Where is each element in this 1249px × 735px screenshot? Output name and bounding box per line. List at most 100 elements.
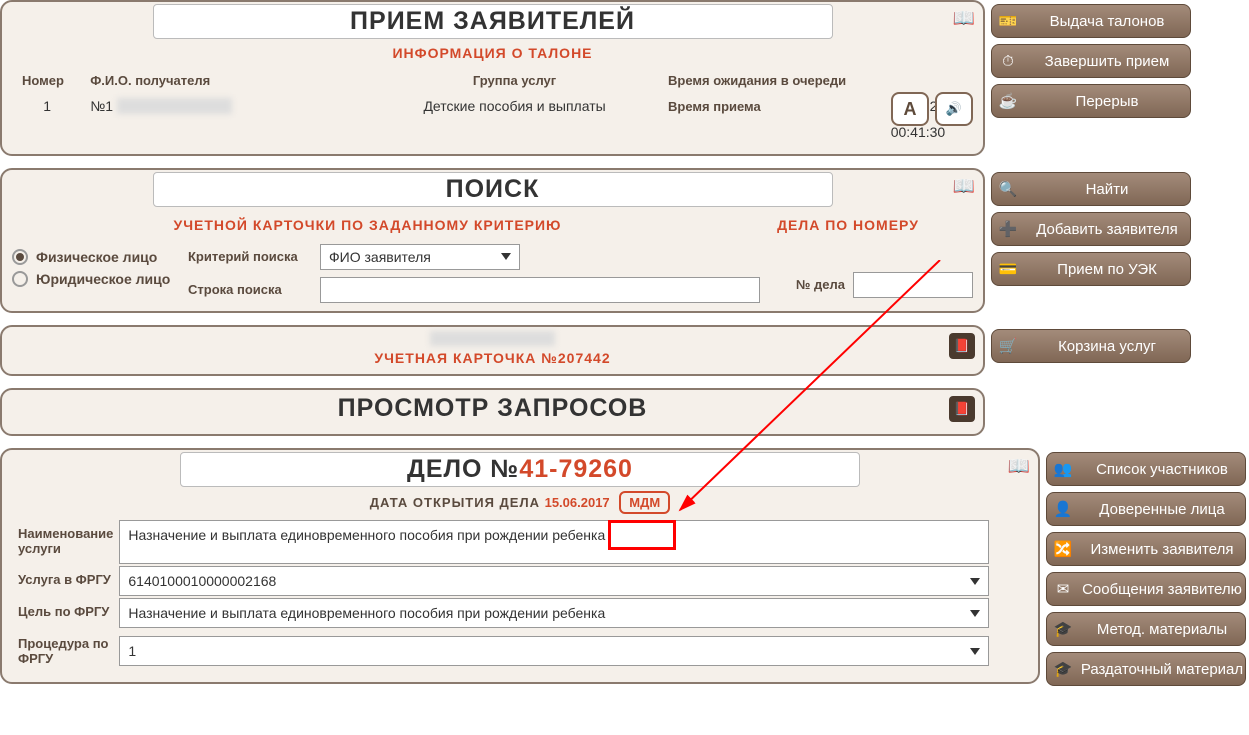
frgu-val: 6140100010000002168 — [128, 573, 276, 589]
col-recv: Время приема — [660, 94, 881, 118]
panel-account-card: xxxxxxx УЧЕТНАЯ КАРТОЧКА №207442 📕 — [0, 325, 985, 376]
service-name-label: Наименование услуги — [14, 520, 117, 564]
radio-circle — [12, 271, 28, 287]
case-date-label: ДАТА ОТКРЫТИЯ ДЕЛА — [370, 495, 545, 510]
people-icon: 👥 — [1047, 460, 1079, 478]
method-button[interactable]: 🎓 Метод. материалы — [1046, 612, 1246, 646]
blurred-name: xxxxx — [117, 98, 232, 114]
panel-requests: ПРОСМОТР ЗАПРОСОВ 📕 — [0, 388, 985, 436]
chevron-down-icon — [970, 578, 980, 585]
finish-reception-label: Завершить прием — [1024, 53, 1190, 70]
chevron-down-icon — [970, 610, 980, 617]
radio-physical[interactable]: Физическое лицо — [12, 249, 176, 265]
break-label: Перерыв — [1024, 93, 1190, 110]
col-wait: Время ожидания в очереди — [660, 69, 881, 92]
search-sub-left: УЧЕТНОЙ КАРТОЧКИ ПО ЗАДАННОМУ КРИТЕРИЮ — [12, 217, 723, 233]
trusted-button[interactable]: 👤 Доверенные лица — [1046, 492, 1246, 526]
search-string-label: Строка поиска — [188, 282, 308, 297]
val-num: 1 — [14, 94, 80, 118]
frgu-label: Услуга в ФРГУ — [14, 566, 117, 596]
change-applicant-label: Изменить заявителя — [1079, 541, 1245, 558]
requests-title: ПРОСМОТР ЗАПРОСОВ — [338, 394, 648, 422]
service-name-val: Назначение и выплата единовременного пос… — [128, 527, 605, 543]
criteria-label: Критерий поиска — [188, 249, 308, 264]
messages-label: Сообщения заявителю — [1079, 581, 1245, 598]
applicants-subtitle: ИНФОРМАЦИЯ О ТАЛОНЕ — [12, 45, 973, 61]
font-button[interactable]: А — [891, 92, 929, 126]
letter-a-icon: А — [904, 99, 917, 120]
break-button[interactable]: ☕ Перерыв — [991, 84, 1191, 118]
service-name-field[interactable]: Назначение и выплата единовременного пос… — [119, 520, 989, 564]
trusted-label: Доверенные лица — [1079, 501, 1245, 518]
radio-circle-selected — [12, 249, 28, 265]
dark-book-icon[interactable]: 📕 — [949, 333, 975, 359]
proc-select[interactable]: 1 — [119, 636, 989, 666]
handout-label: Раздаточный материал — [1079, 661, 1245, 678]
card-subtitle: УЧЕТНАЯ КАРТОЧКА №207442 — [12, 350, 973, 366]
proc-label: Процедура по ФРГУ — [14, 630, 117, 672]
cart-icon: 🛒 — [992, 337, 1024, 355]
case-number: 41-79260 — [519, 455, 633, 483]
handout-button[interactable]: 🎓 Раздаточный материал — [1046, 652, 1246, 686]
goal-label: Цель по ФРГУ — [14, 598, 117, 628]
panel-search: ПОИСК УЧЕТНОЙ КАРТОЧКИ ПО ЗАДАННОМУ КРИТ… — [0, 168, 985, 313]
change-applicant-button[interactable]: 🔀 Изменить заявителя — [1046, 532, 1246, 566]
search-sub-right: ДЕЛА ПО НОМЕРУ — [723, 217, 973, 233]
uek-button[interactable]: 💳 Прием по УЭК — [991, 252, 1191, 286]
case-title-field: ДЕЛО №41-79260 — [180, 452, 860, 487]
search-title-field: ПОИСК — [153, 172, 833, 207]
val-ticket: №1 — [90, 98, 113, 114]
criteria-select[interactable]: ФИО заявителя — [320, 244, 520, 270]
col-fio: Ф.И.О. получателя — [82, 69, 369, 92]
participants-label: Список участников — [1079, 461, 1245, 478]
goal-select[interactable]: Назначение и выплата единовременного пос… — [119, 598, 989, 628]
grad-cap-icon: 🎓 — [1047, 620, 1079, 638]
find-button[interactable]: 🔍 Найти — [991, 172, 1191, 206]
method-label: Метод. материалы — [1079, 621, 1245, 638]
stopwatch-icon: ⏱ — [992, 53, 1024, 70]
add-applicant-label: Добавить заявителя — [1024, 221, 1190, 238]
blurred-card-name: xxxxxxx — [430, 331, 556, 346]
issue-tickets-button[interactable]: 🎫 Выдача талонов — [991, 4, 1191, 38]
services-cart-button[interactable]: 🛒 Корзина услуг — [991, 329, 1191, 363]
ticket-icon: 🎫 — [992, 12, 1024, 30]
col-group: Группа услуг — [371, 69, 658, 92]
issue-tickets-label: Выдача талонов — [1024, 13, 1190, 30]
person-check-icon: 👤 — [1047, 500, 1079, 518]
book-icon[interactable]: 📖 — [953, 176, 975, 197]
search-input[interactable] — [320, 277, 760, 303]
mdm-badge[interactable]: МДМ — [619, 491, 670, 514]
search-title: ПОИСК — [446, 175, 540, 203]
messages-button[interactable]: ✉ Сообщения заявителю — [1046, 572, 1246, 606]
book-icon[interactable]: 📖 — [953, 8, 975, 29]
goal-val: Назначение и выплата единовременного пос… — [128, 605, 605, 621]
cup-icon: ☕ — [992, 92, 1024, 110]
card-icon: 💳 — [992, 260, 1024, 278]
participants-button[interactable]: 👥 Список участников — [1046, 452, 1246, 486]
case-number-input[interactable] — [853, 272, 973, 298]
sound-icon: 🔊 — [946, 101, 962, 117]
finish-reception-button[interactable]: ⏱ Завершить прием — [991, 44, 1191, 78]
sound-button[interactable]: 🔊 — [935, 92, 973, 126]
radio-juridical-label: Юридическое лицо — [36, 271, 170, 287]
criteria-value: ФИО заявителя — [329, 249, 431, 265]
proc-val: 1 — [128, 643, 136, 659]
book-icon[interactable]: 📖 — [1008, 456, 1030, 477]
uek-label: Прием по УЭК — [1024, 261, 1190, 278]
swap-icon: 🔀 — [1047, 540, 1079, 558]
chevron-down-icon — [501, 253, 511, 260]
add-applicant-button[interactable]: ➕ Добавить заявителя — [991, 212, 1191, 246]
dark-book-icon[interactable]: 📕 — [949, 396, 975, 422]
applicants-title-field: ПРИЕМ ЗАЯВИТЕЛЕЙ — [153, 4, 833, 39]
val-group: Детские пособия и выплаты — [371, 94, 658, 118]
panel-applicants: ПРИЕМ ЗАЯВИТЕЛЕЙ ИНФОРМАЦИЯ О ТАЛОНЕ Ном… — [0, 0, 985, 156]
radio-physical-label: Физическое лицо — [36, 249, 157, 265]
grad-cap-icon: 🎓 — [1047, 660, 1079, 678]
case-label: № дела — [796, 277, 845, 292]
services-cart-label: Корзина услуг — [1024, 338, 1190, 355]
case-date-val: 15.06.2017 — [545, 495, 610, 510]
frgu-select[interactable]: 6140100010000002168 — [119, 566, 989, 596]
search-icon: 🔍 — [992, 180, 1024, 198]
radio-juridical[interactable]: Юридическое лицо — [12, 271, 176, 287]
case-title-pre: ДЕЛО № — [407, 455, 519, 483]
